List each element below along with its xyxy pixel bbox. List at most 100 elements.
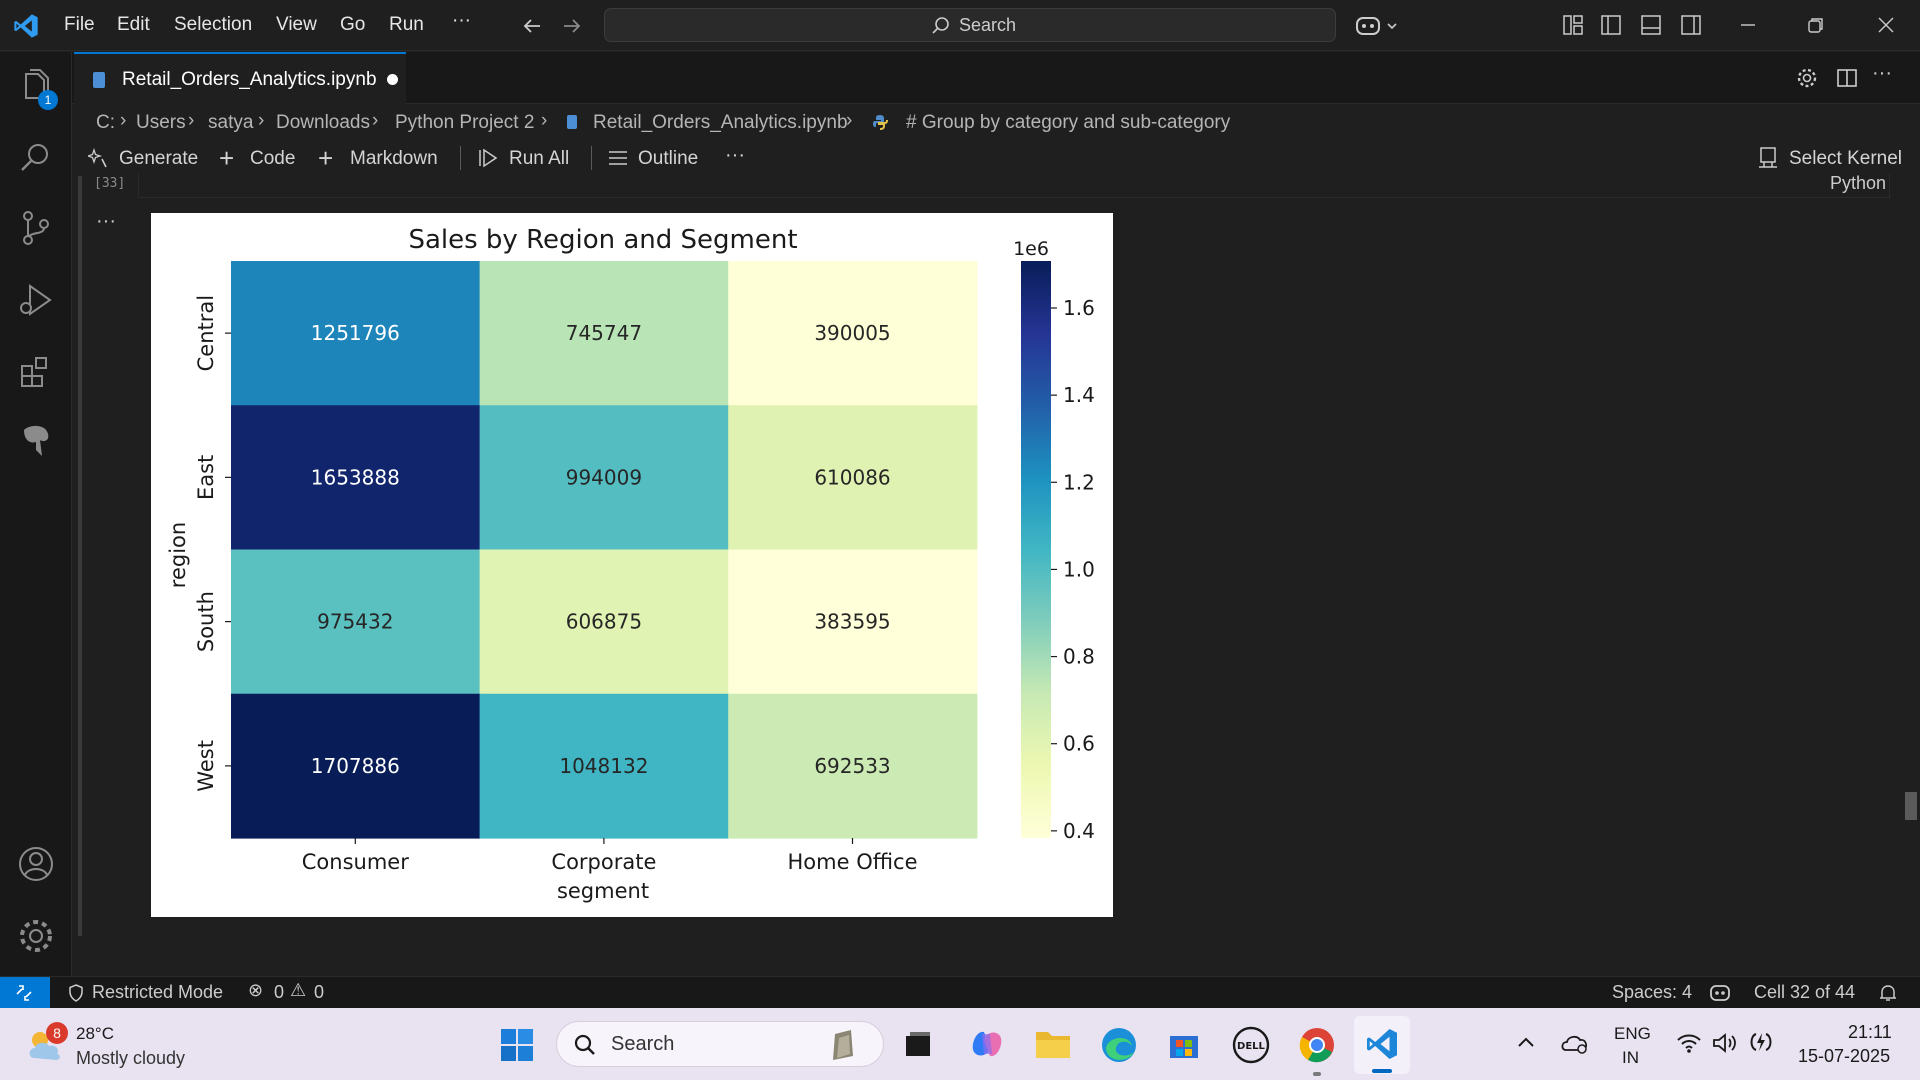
windows-taskbar: 8 28°C Mostly cloudy Search DELL ENG IN … [0, 1008, 1920, 1080]
outline-list-icon [609, 151, 627, 165]
task-view-icon[interactable] [902, 1028, 934, 1060]
taskbar-search-box[interactable]: Search [556, 1021, 884, 1067]
chevron-up-icon[interactable] [1516, 1034, 1536, 1050]
breadcrumb-user[interactable]: satya [208, 112, 253, 134]
error-icon: ⊗ [248, 980, 264, 1000]
menu-view[interactable]: View [276, 14, 317, 36]
temperature: 28°C [76, 1024, 114, 1043]
select-kernel-button[interactable]: Select Kernel [1789, 148, 1902, 170]
clock-date[interactable]: 15-07-2025 [1798, 1046, 1890, 1067]
run-debug-button[interactable] [14, 278, 58, 322]
extensions-button[interactable] [14, 350, 58, 394]
add-markdown-cell-button[interactable]: Markdown [350, 148, 438, 170]
menu-more[interactable]: ··· [452, 10, 471, 32]
problems-indicator[interactable]: ⊗ 0 ⚠ 0 [248, 977, 338, 1008]
copilot-app-icon[interactable] [968, 1026, 1006, 1062]
clock-time[interactable]: 21:11 [1848, 1022, 1892, 1043]
file-explorer-icon[interactable] [1034, 1028, 1072, 1060]
toolbar-divider [460, 146, 461, 170]
y-tick-label: West [194, 740, 218, 792]
tab-retail-orders-notebook[interactable]: Retail_Orders_Analytics.ipynb [74, 52, 406, 105]
heatmap-cell-label: 994009 [566, 465, 642, 489]
vscode-taskbar-button[interactable] [1354, 1016, 1410, 1074]
vscode-logo-icon[interactable] [12, 12, 40, 40]
colorbar-tick-label: 0.4 [1063, 819, 1095, 843]
volume-icon[interactable] [1712, 1032, 1738, 1054]
remote-icon [16, 985, 32, 1001]
menu-run[interactable]: Run [389, 14, 424, 36]
cell-language-label[interactable]: Python [1830, 173, 1886, 194]
menu-file[interactable]: File [64, 14, 95, 36]
tab-more-actions[interactable]: ··· [1872, 62, 1892, 85]
breadcrumb-downloads[interactable]: Downloads [276, 112, 370, 134]
toolbar-more-button[interactable]: ··· [725, 144, 745, 167]
restricted-mode-label: Restricted Mode [92, 982, 224, 1002]
run-all-icon [479, 148, 498, 168]
breadcrumb-users[interactable]: Users [136, 112, 186, 134]
language-code[interactable]: ENG [1614, 1024, 1651, 1044]
breadcrumb-drive[interactable]: C: [96, 112, 115, 134]
split-editor-icon[interactable] [1836, 67, 1858, 89]
microsoft-store-icon[interactable] [1166, 1026, 1202, 1062]
x-tick-label: Home Office [788, 850, 918, 874]
breadcrumb: C: › Users › satya › Downloads › Python … [72, 104, 1920, 140]
breadcrumb-file[interactable]: Retail_Orders_Analytics.ipynb [593, 112, 848, 134]
sparkle-icon [88, 148, 107, 168]
toggle-secondary-sidebar-icon[interactable] [1680, 14, 1702, 36]
title-bar: File Edit Selection View Go Run ··· Sear… [0, 0, 1920, 51]
vscode-app-icon [1367, 1029, 1397, 1059]
language-region[interactable]: IN [1622, 1048, 1639, 1068]
account-icon [19, 847, 53, 881]
edge-browser-icon[interactable] [1100, 1026, 1138, 1064]
source-control-button[interactable] [14, 206, 58, 250]
outline-button[interactable]: Outline [638, 148, 698, 170]
breadcrumb-project[interactable]: Python Project 2 [395, 112, 534, 134]
toggle-sidebar-icon[interactable] [1600, 14, 1622, 36]
heatmap-cell-label: 1048132 [559, 754, 648, 778]
toggle-panel-icon[interactable] [1640, 14, 1662, 36]
battery-charging-icon[interactable] [1748, 1030, 1774, 1054]
cell-position-indicator[interactable]: Cell 32 of 44 [1754, 982, 1855, 1003]
heatmap-cell-label: 1707886 [311, 754, 400, 778]
chrome-browser-icon[interactable] [1298, 1026, 1336, 1064]
indentation-indicator[interactable]: Spaces: 4 [1612, 982, 1692, 1003]
dell-app-icon[interactable]: DELL [1232, 1026, 1270, 1064]
unsaved-dot-icon[interactable] [387, 74, 398, 85]
chevron-right-icon: › [541, 110, 548, 131]
generate-button[interactable]: Generate [119, 148, 198, 170]
weather-widget[interactable]: 8 28°C Mostly cloudy [24, 1018, 214, 1070]
back-arrow-icon[interactable] [520, 14, 544, 38]
search-label: Search [959, 15, 1017, 35]
code-cell-editor[interactable] [138, 174, 1890, 198]
windows-start-icon[interactable] [500, 1028, 534, 1062]
output-actions-button[interactable]: ··· [96, 210, 116, 233]
remote-button[interactable] [0, 977, 50, 1008]
run-all-button[interactable]: Run All [509, 148, 569, 170]
heatmap-cell-label: 383595 [814, 610, 890, 634]
copilot-icon[interactable] [1354, 12, 1402, 40]
menu-go[interactable]: Go [340, 14, 365, 36]
customize-layout-icon[interactable] [1562, 14, 1584, 36]
accounts-button[interactable] [14, 842, 58, 886]
menu-edit[interactable]: Edit [117, 14, 150, 36]
minimize-icon[interactable] [1738, 15, 1758, 35]
command-center-search[interactable]: Search [604, 8, 1336, 42]
copilot-status-icon[interactable] [1708, 982, 1732, 1004]
manage-button[interactable] [14, 914, 58, 958]
postgres-button[interactable] [14, 420, 58, 464]
explorer-button[interactable]: 1 [14, 66, 58, 110]
notebook-settings-gear-icon[interactable] [1796, 67, 1818, 89]
forward-arrow-icon[interactable] [560, 14, 584, 38]
add-code-cell-button[interactable]: Code [250, 148, 295, 170]
search-view-button[interactable] [14, 136, 58, 180]
wifi-icon[interactable] [1676, 1032, 1702, 1054]
bell-icon[interactable] [1878, 983, 1898, 1003]
restricted-mode-indicator[interactable]: Restricted Mode [56, 977, 236, 1008]
onedrive-cloud-icon[interactable] [1560, 1030, 1590, 1056]
close-icon[interactable] [1876, 15, 1896, 35]
restore-icon[interactable] [1806, 15, 1826, 35]
menu-selection[interactable]: Selection [174, 14, 252, 36]
explorer-badge: 1 [38, 90, 58, 110]
breadcrumb-cell[interactable]: # Group by category and sub-category [906, 112, 1230, 134]
minimap-scroll-marker[interactable] [1905, 792, 1917, 820]
